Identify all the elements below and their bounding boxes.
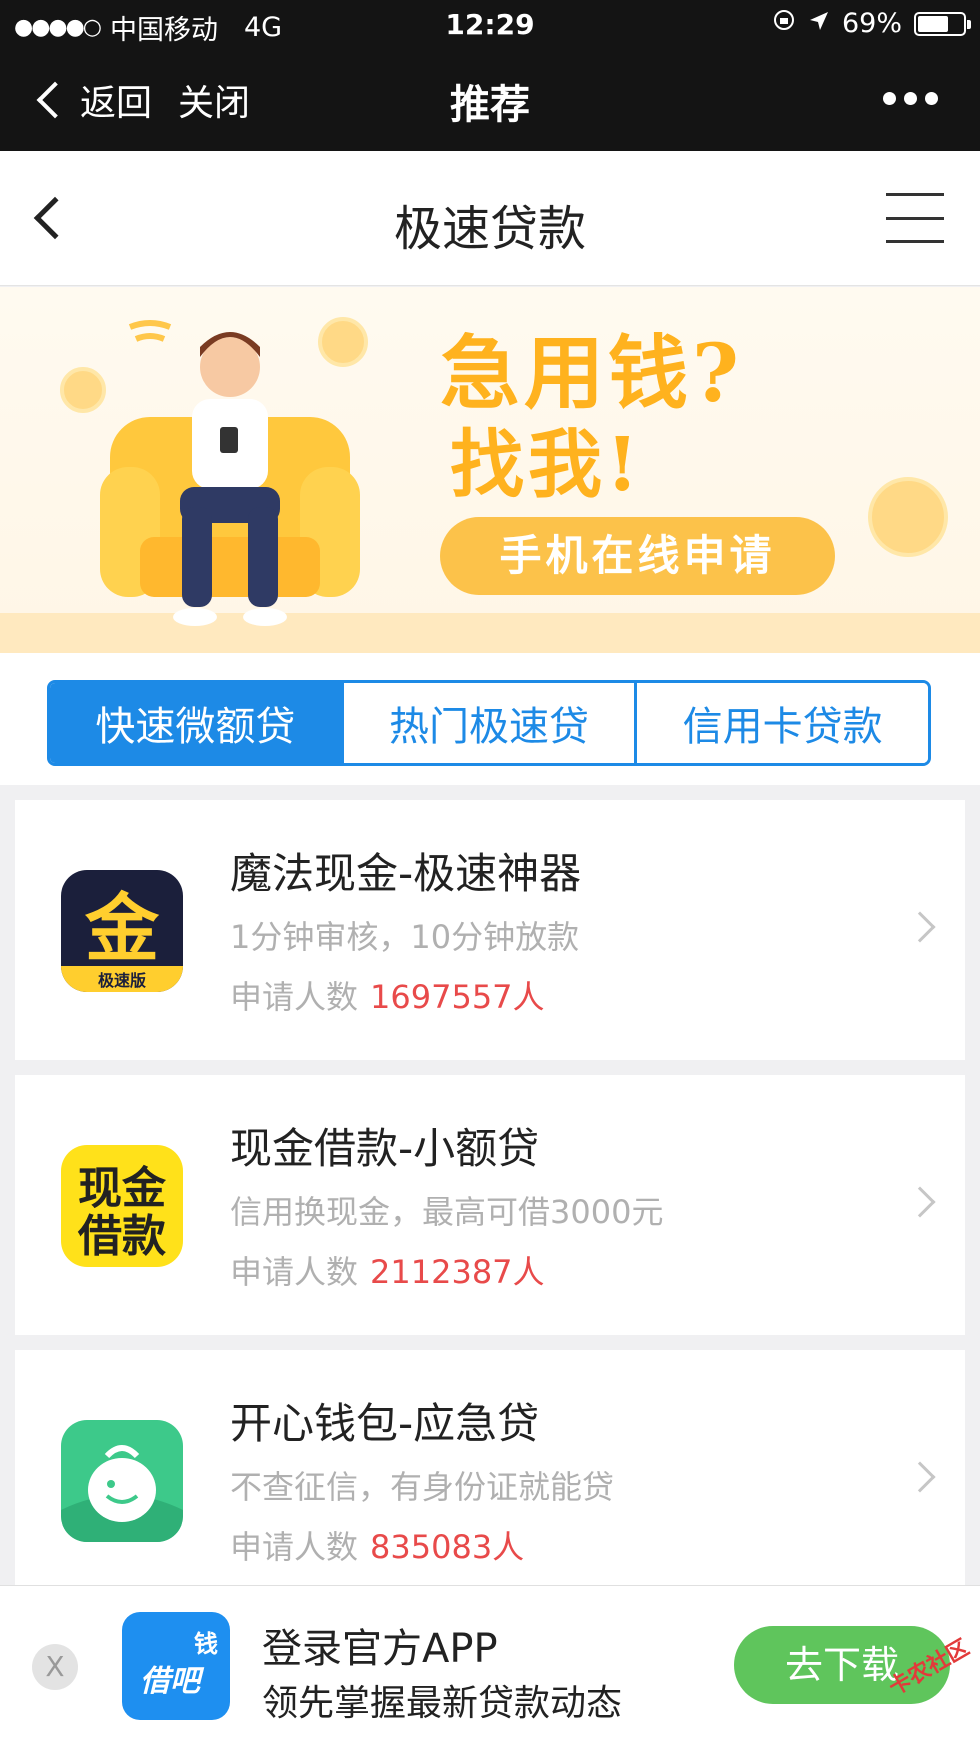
category-tabs-area: 快速微额贷 热门极速贷 信用卡贷款 [0,653,980,785]
jieba-app-logo: 钱 借吧 [122,1612,230,1720]
hamburger-menu-icon[interactable] [886,193,944,243]
app-download-bar: X 钱 借吧 登录官方APP 领先掌握最新贷款动态 去下载 [0,1585,980,1743]
loan-applicants: 申请人数 1697557人 [230,978,545,1016]
loan-desc: 信用换现金，最高可借3000元 [230,1193,664,1231]
applicant-count: 1697557人 [370,978,545,1016]
location-icon [808,8,830,39]
chevron-right-icon [904,911,936,943]
loan-name: 开心钱包-应急贷 [230,1399,540,1448]
category-tabs: 快速微额贷 热门极速贷 信用卡贷款 [47,680,931,766]
back-button[interactable]: 返回 [80,74,152,126]
tab-hot-fast-loan[interactable]: 热门极速贷 [340,683,635,763]
loan-card[interactable]: 金 极速版 魔法现金-极速神器 1分钟审核，10分钟放款 申请人数 1697557… [15,800,965,1060]
coin-icon [868,477,948,557]
promo-title: 登录官方APP [262,1626,498,1672]
loan-name: 魔法现金-极速神器 [230,849,582,898]
more-menu-icon[interactable] [883,92,938,105]
loan-desc: 1分钟审核，10分钟放款 [230,918,580,956]
status-bar: ●●●●○ 中国移动 4G 12:29 69% [0,0,980,50]
tab-quick-micro-loan[interactable]: 快速微额贷 [50,683,341,763]
close-promo-button[interactable]: X [32,1644,78,1690]
svg-text:极速版: 极速版 [98,971,146,990]
happy-wallet-app-icon [61,1420,183,1542]
loan-desc: 不查征信，有身份证就能贷 [230,1468,615,1506]
banner-subline: 找我! [450,422,643,508]
close-button[interactable]: 关闭 [178,74,250,126]
battery-icon [914,11,971,36]
loan-card[interactable]: 现金 借款 现金借款-小额贷 信用换现金，最高可借3000元 申请人数 21123… [15,1075,965,1335]
person-on-sofa-illustration [100,320,360,626]
page-title: 极速贷款 [393,201,586,257]
applicant-count: 835083人 [370,1528,525,1566]
page-back-icon[interactable] [33,196,77,240]
rotation-lock-icon [772,8,796,39]
cash-loan-app-icon: 现金 借款 [61,1145,183,1267]
svg-text:借款: 借款 [77,1211,166,1262]
top-bar: ●●●●○ 中国移动 4G 12:29 69% 返回 关闭 推荐 [0,0,980,151]
loan-applicants: 申请人数 835083人 [230,1528,525,1566]
tab-credit-card-loan[interactable]: 信用卡贷款 [634,683,928,763]
loan-card[interactable]: 开心钱包-应急贷 不查征信，有身份证就能贷 申请人数 835083人 [15,1350,965,1610]
promo-subtitle: 领先掌握最新贷款动态 [262,1683,623,1724]
loan-applicants: 申请人数 2112387人 [230,1253,545,1291]
chevron-right-icon [904,1461,936,1493]
back-chevron-icon[interactable] [36,81,74,119]
svg-text:现金: 现金 [78,1163,167,1214]
svg-text:金: 金 [85,886,160,972]
chevron-right-icon [904,1186,936,1218]
magic-cash-app-icon: 金 极速版 [61,870,183,992]
applicant-count: 2112387人 [370,1253,545,1291]
page-header: 极速贷款 [0,151,980,286]
apply-online-pill[interactable]: 手机在线申请 [440,517,835,595]
wechat-nav-bar: 返回 关闭 推荐 [0,50,980,151]
battery-percent: 69% [841,8,902,39]
loan-name: 现金借款-小额贷 [230,1124,540,1173]
promo-banner[interactable]: 急用钱? 找我! 手机在线申请 [0,287,980,653]
